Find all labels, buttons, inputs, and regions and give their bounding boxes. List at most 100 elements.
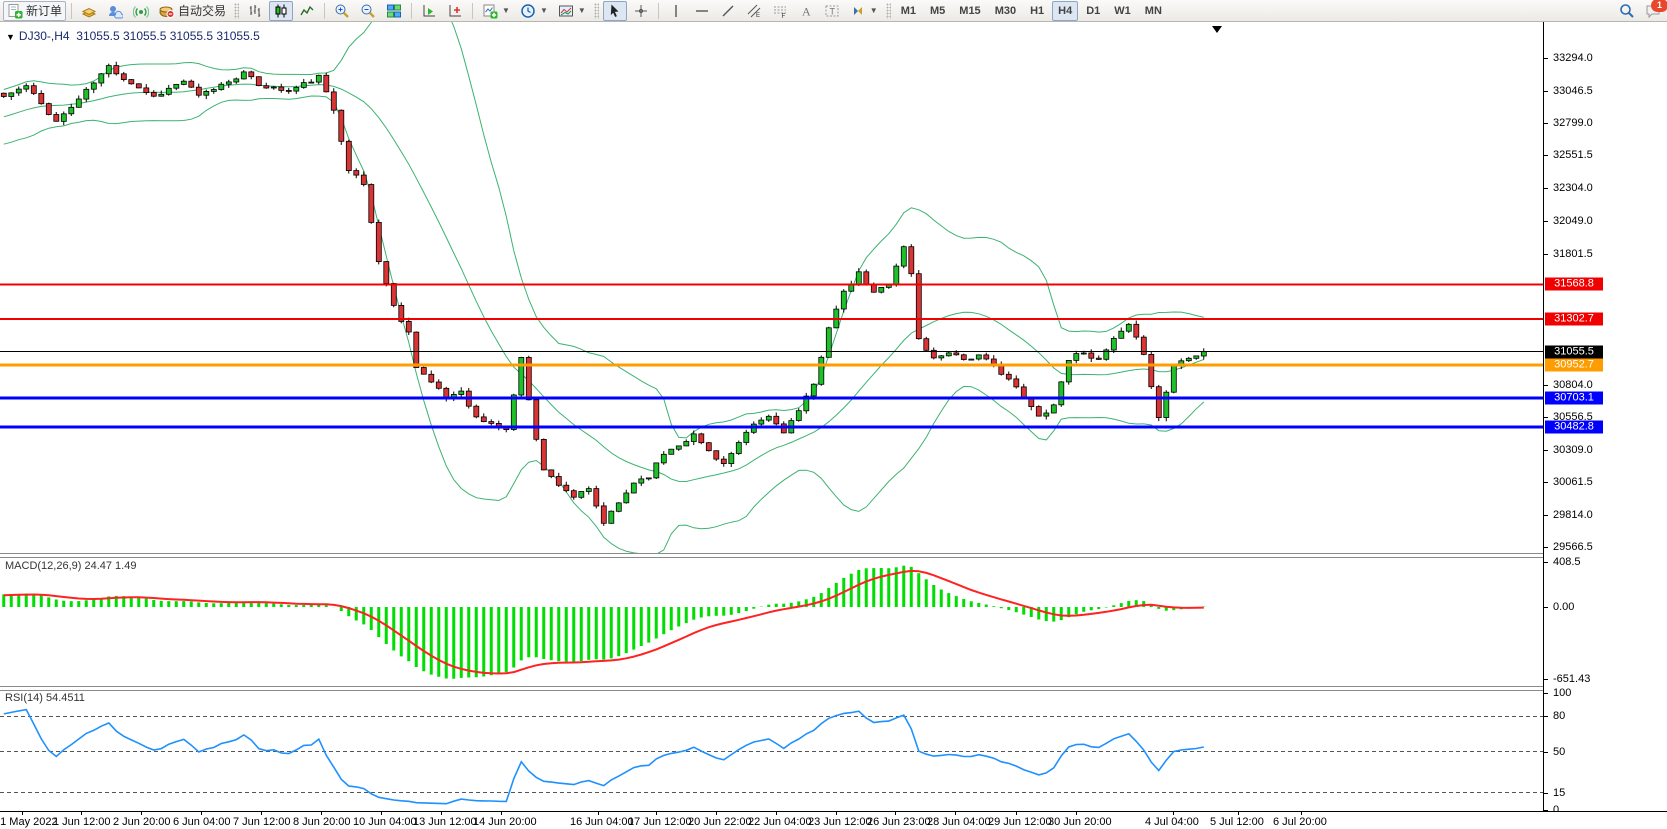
horizontal-line-button[interactable] bbox=[690, 1, 714, 21]
cursor-button[interactable] bbox=[602, 0, 627, 21]
arrows-dropdown[interactable]: ▼ bbox=[846, 1, 882, 21]
svg-text:F: F bbox=[781, 14, 785, 19]
rsi-panel-canvas[interactable] bbox=[0, 689, 1543, 811]
dropdown-caret: ▼ bbox=[869, 6, 878, 15]
axis-tick-label: 31801.5 bbox=[1553, 247, 1593, 260]
time-label: 7 Jun 12:00 bbox=[233, 816, 291, 828]
svg-text:T: T bbox=[829, 6, 835, 16]
arrows-icon bbox=[853, 6, 862, 15]
search-icon[interactable] bbox=[1619, 3, 1635, 19]
zoom-out-button[interactable] bbox=[356, 1, 380, 21]
cloud-profile-icon bbox=[109, 5, 124, 18]
timeframe-w1-button[interactable]: W1 bbox=[1108, 1, 1137, 21]
book-icon bbox=[81, 7, 97, 18]
text-button[interactable]: A bbox=[794, 1, 818, 21]
fibonacci-button[interactable]: F bbox=[768, 1, 792, 21]
time-tick-mark bbox=[1173, 812, 1174, 815]
time-label: 2 Jun 20:00 bbox=[113, 816, 171, 828]
chart-shift-icon bbox=[449, 4, 462, 16]
line-chart-button[interactable] bbox=[295, 1, 319, 21]
trendline-button[interactable] bbox=[716, 1, 740, 21]
time-tick-mark bbox=[22, 812, 23, 815]
macd-panel-canvas[interactable] bbox=[0, 556, 1543, 686]
template-icon bbox=[558, 5, 573, 16]
signals-button[interactable] bbox=[129, 1, 153, 21]
axis-tick-label: 33294.0 bbox=[1553, 52, 1593, 64]
timeframe-h4-button[interactable]: H4 bbox=[1052, 0, 1079, 21]
timeframe-m1-button[interactable]: M1 bbox=[895, 1, 922, 21]
svg-text:E: E bbox=[756, 13, 760, 19]
auto-trading-icon bbox=[159, 6, 175, 18]
time-tick-mark bbox=[656, 812, 657, 815]
fibonacci-icon: F bbox=[773, 6, 786, 19]
axis-tick-label: 32799.0 bbox=[1553, 116, 1593, 129]
time-tick-mark bbox=[441, 812, 442, 815]
time-label: 31 May 2022 bbox=[0, 816, 58, 828]
time-tick-mark bbox=[201, 812, 202, 815]
templates-dropdown[interactable]: ▼ bbox=[554, 1, 590, 21]
time-tick-mark bbox=[1076, 812, 1077, 815]
axis-tick-label: 32551.5 bbox=[1553, 149, 1593, 162]
vertical-line-button[interactable] bbox=[664, 1, 688, 21]
dropdown-caret: ▼ bbox=[502, 6, 510, 15]
clock-icon bbox=[521, 3, 535, 18]
main-toolbar: 新订单 自动交易 ▼ ▼ ▼ E F A T ▼ M1 M5 M15 M30 H… bbox=[0, 0, 1667, 22]
timeframe-m5-button[interactable]: M5 bbox=[924, 1, 951, 21]
equidistant-channel-button[interactable]: E bbox=[742, 1, 766, 21]
timeframe-m15-button[interactable]: M15 bbox=[953, 1, 986, 21]
tile-windows-button[interactable] bbox=[382, 1, 406, 21]
periods-dropdown[interactable]: ▼ bbox=[516, 1, 552, 21]
chat-button[interactable]: 1 bbox=[1645, 0, 1667, 19]
time-tick-mark bbox=[776, 812, 777, 815]
profile-button[interactable] bbox=[103, 1, 127, 21]
time-tick-mark bbox=[261, 812, 262, 815]
price-level-chip: 31568.8 bbox=[1545, 277, 1603, 291]
new-chart-dropdown[interactable]: ▼ bbox=[478, 1, 514, 21]
timeframe-mn-button[interactable]: MN bbox=[1139, 1, 1168, 21]
new-order-button[interactable]: 新订单 bbox=[3, 0, 67, 21]
timeframe-m30-button[interactable]: M30 bbox=[989, 1, 1022, 21]
expand-triangle-icon[interactable]: ▼ bbox=[6, 32, 15, 42]
price-chart-canvas[interactable] bbox=[0, 22, 1543, 553]
timeframe-h1-button[interactable]: H1 bbox=[1024, 1, 1050, 21]
time-tick-mark bbox=[598, 812, 599, 815]
horizontal-line-icon bbox=[695, 9, 708, 12]
line-chart-icon bbox=[300, 5, 314, 15]
bar-chart-icon bbox=[249, 4, 261, 17]
axis-tick-label: 0.00 bbox=[1553, 601, 1575, 613]
crosshair-icon bbox=[634, 4, 647, 17]
time-tick-mark bbox=[381, 812, 382, 815]
candlestick-chart-button[interactable] bbox=[269, 0, 294, 21]
dropdown-caret: ▼ bbox=[577, 6, 586, 15]
time-tick-mark bbox=[1301, 812, 1302, 815]
crosshair-button[interactable] bbox=[629, 1, 653, 21]
market-watch-button[interactable] bbox=[77, 1, 101, 21]
text-label-button[interactable]: T bbox=[820, 1, 844, 21]
axis-tick-label: 32304.0 bbox=[1553, 181, 1593, 194]
symbol-label: DJ30-,H4 bbox=[18, 29, 70, 43]
axis-tick-mark bbox=[1544, 792, 1548, 794]
ohlc-values: 31055.5 31055.5 31055.5 31055.5 bbox=[76, 29, 260, 43]
right-tools: 1 bbox=[1619, 0, 1667, 19]
price-level-chip: 31055.5 bbox=[1545, 345, 1603, 359]
axis-tick-mark bbox=[1544, 607, 1548, 608]
timeframe-d1-button[interactable]: D1 bbox=[1080, 1, 1106, 21]
zoom-in-button[interactable] bbox=[330, 1, 354, 21]
timeframe-group: M1 M5 M15 M30 H1 H4 D1 W1 MN bbox=[894, 0, 1169, 21]
equidistant-channel-icon: E bbox=[747, 4, 761, 19]
time-label: 26 Jun 23:00 bbox=[867, 816, 931, 828]
chart-shift-button[interactable] bbox=[443, 1, 467, 21]
time-tick-mark bbox=[81, 812, 82, 815]
axis-tick-label: 32049.0 bbox=[1553, 215, 1593, 228]
bar-chart-button[interactable] bbox=[243, 1, 267, 21]
auto-trading-button[interactable]: 自动交易 bbox=[155, 1, 230, 21]
axis-tick-mark bbox=[1544, 514, 1548, 516]
axis-tick-mark bbox=[1544, 547, 1548, 548]
time-label: 22 Jun 04:00 bbox=[748, 816, 812, 828]
price-level-chip: 30703.1 bbox=[1545, 391, 1603, 405]
svg-text:A: A bbox=[802, 4, 811, 18]
auto-trading-label: 自动交易 bbox=[178, 4, 227, 18]
time-label: 13 Jun 12:00 bbox=[413, 816, 477, 828]
auto-scroll-button[interactable] bbox=[417, 1, 441, 21]
zoom-out-icon bbox=[361, 4, 375, 18]
